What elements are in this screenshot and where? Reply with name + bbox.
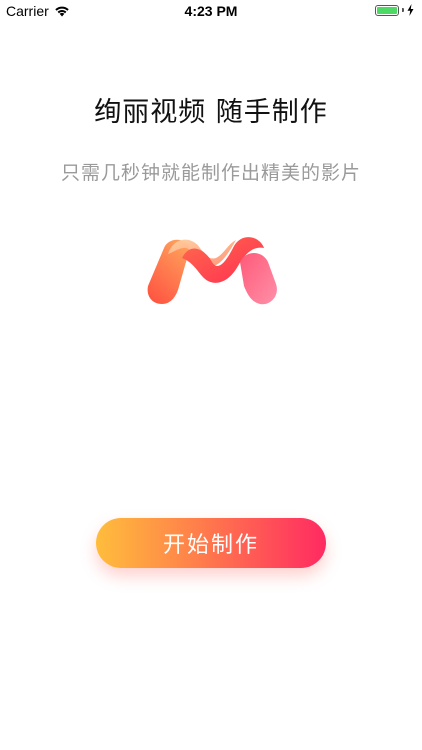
battery-level	[377, 6, 397, 14]
status-right	[375, 4, 414, 16]
battery-tip	[402, 8, 404, 12]
status-bar: Carrier 4:23 PM	[0, 0, 422, 22]
status-time: 4:23 PM	[184, 3, 238, 19]
page-title: 绚丽视频 随手制作	[94, 97, 328, 128]
m-wave-logo-icon	[147, 237, 277, 305]
charging-bolt-icon	[407, 4, 414, 16]
start-creating-button[interactable]: 开始制作	[96, 518, 326, 568]
battery-icon	[375, 4, 399, 16]
page-subtitle: 只需几秒钟就能制作出精美的影片	[60, 162, 361, 184]
